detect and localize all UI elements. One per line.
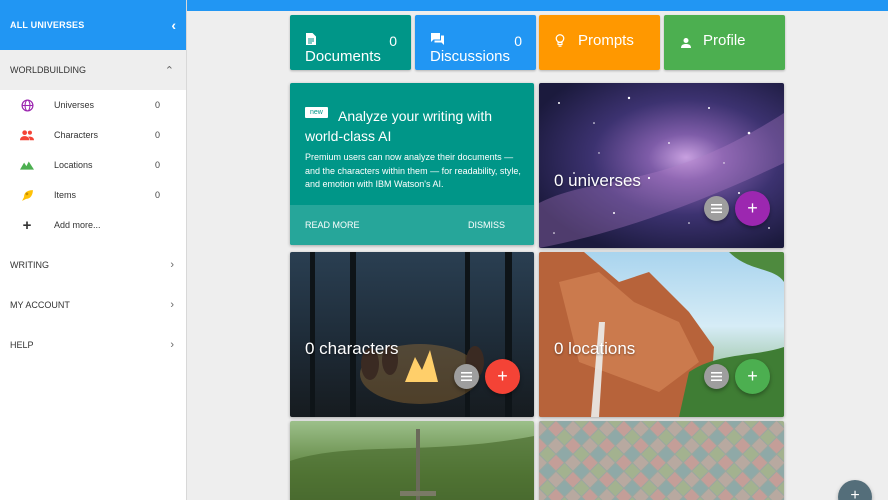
sidebar-item-characters[interactable]: Characters 0 (0, 120, 186, 150)
promo-body: Premium users can now analyze their docu… (305, 152, 521, 189)
tile-count: 0 (389, 33, 397, 49)
sidebar-item-label: Add more... (54, 220, 101, 230)
list-icon[interactable] (704, 196, 729, 221)
sidebar-item-label: Characters (54, 130, 99, 140)
prompts-tile[interactable]: Prompts (539, 15, 660, 70)
pattern-card[interactable] (539, 421, 784, 500)
characters-card[interactable]: 0 characters + (290, 252, 534, 417)
sidebar-item-universes[interactable]: Universes 0 (0, 90, 186, 120)
locations-card[interactable]: 0 locations + (539, 252, 784, 417)
person-icon (681, 35, 691, 53)
sidebar-item-items[interactable]: Items 0 (0, 180, 186, 210)
card-label: 0 universes (554, 171, 641, 190)
card-label: 0 characters (305, 339, 399, 358)
sidebar-item-label: Locations (54, 160, 93, 170)
tile-label: Prompts (578, 32, 634, 49)
globe-icon (20, 98, 34, 112)
all-universes-header[interactable]: ALL UNIVERSES ‹ (0, 0, 186, 50)
sidebar-item-label: Items (54, 190, 77, 200)
add-fab-button[interactable]: + (838, 480, 872, 500)
section-label: WRITING (10, 260, 49, 270)
section-label: MY ACCOUNT (10, 300, 70, 310)
people-icon (20, 128, 34, 142)
sidebar-section-writing[interactable]: WRITING › (0, 245, 186, 285)
tiles-image (539, 421, 784, 500)
section-label: WORLDBUILDING (10, 65, 87, 75)
add-location-button[interactable]: + (735, 359, 770, 394)
chevron-right-icon: › (170, 299, 174, 311)
sidebar-item-add-more[interactable]: + Add more... (0, 210, 186, 240)
add-character-button[interactable]: + (485, 359, 520, 394)
discussions-tile[interactable]: Discussions 0 (415, 15, 536, 70)
tile-label: Discussions (430, 48, 511, 65)
chevron-up-icon: ⌃ (164, 64, 174, 77)
promo-actions: READ MORE DISMISS (290, 205, 534, 245)
sidebar-item-count: 0 (154, 100, 160, 110)
tile-label: Profile (703, 32, 746, 49)
list-icon[interactable] (704, 364, 729, 389)
sidebar-item-locations[interactable]: Locations 0 (0, 150, 186, 180)
sidebar-item-count: 0 (154, 130, 160, 140)
tile-label: Documents (305, 48, 381, 65)
items-card[interactable] (290, 421, 534, 500)
add-universe-button[interactable]: + (735, 191, 770, 226)
profile-tile[interactable]: Profile (664, 15, 785, 70)
sword-image (290, 429, 534, 500)
tile-count: 0 (514, 33, 522, 49)
sidebar-item-count: 0 (154, 160, 160, 170)
section-label: HELP (10, 340, 34, 350)
chevron-right-icon: › (170, 259, 174, 271)
sidebar-section-worldbuilding[interactable]: WORLDBUILDING ⌃ (0, 50, 186, 90)
chevron-right-icon: › (170, 339, 174, 351)
list-icon[interactable] (454, 364, 479, 389)
promo-title: Analyze your writing with world-class AI (305, 108, 493, 144)
chevron-left-icon[interactable]: ‹ (171, 18, 176, 32)
sidebar-section-my-account[interactable]: MY ACCOUNT › (0, 285, 186, 325)
sidebar-item-label: Universes (54, 100, 95, 110)
dismiss-button[interactable]: DISMISS (468, 220, 505, 230)
plus-icon: + (22, 216, 32, 234)
top-app-bar (187, 0, 888, 11)
lightbulb-icon (555, 34, 565, 53)
all-universes-label: ALL UNIVERSES (10, 20, 85, 30)
ai-promo-card: new Analyze your writing with world-clas… (290, 83, 534, 245)
read-more-button[interactable]: READ MORE (305, 220, 360, 230)
documents-tile[interactable]: Documents 0 (290, 15, 411, 70)
sidebar: ALL UNIVERSES ‹ WORLDBUILDING ⌃ Universe… (0, 0, 187, 500)
sidebar-item-count: 0 (154, 190, 160, 200)
sidebar-section-help[interactable]: HELP › (0, 325, 186, 365)
card-label: 0 locations (554, 339, 636, 358)
terrain-icon (20, 158, 34, 172)
universes-card[interactable]: 0 universes + (539, 83, 784, 248)
sword-icon (20, 188, 34, 202)
